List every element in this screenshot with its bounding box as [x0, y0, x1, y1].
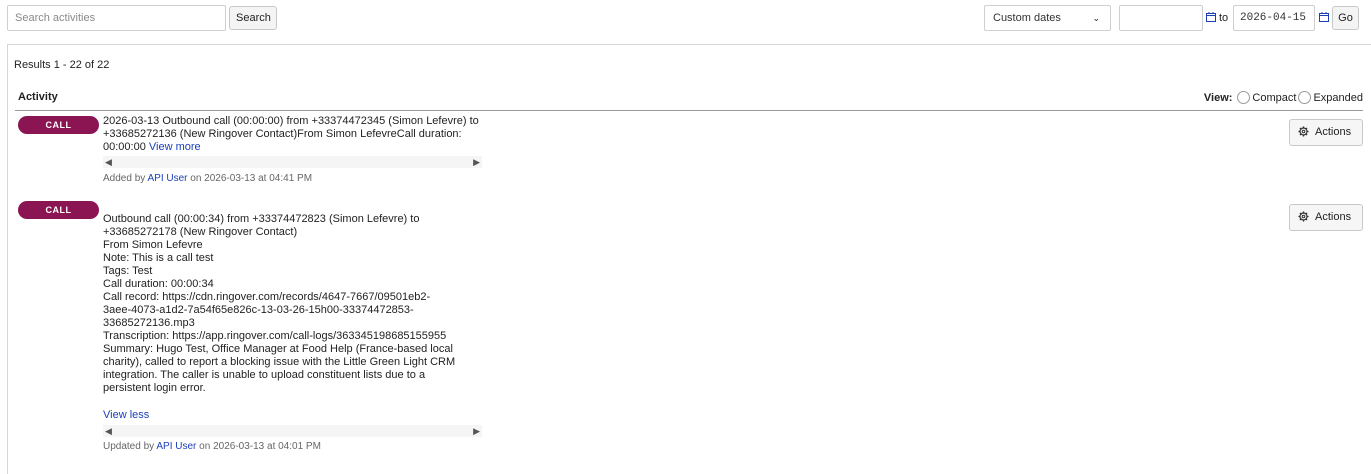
activity-text: 2026-03-13 Outbound call (00:00:00) from… [103, 115, 483, 154]
scroll-left-icon[interactable]: ◀ [105, 157, 112, 168]
actions-button[interactable]: Actions [1289, 204, 1363, 231]
view-label: View: [1203, 91, 1233, 104]
calendar-icon[interactable] [1206, 12, 1216, 22]
activity-meta: Updated by API User on 2026-03-13 at 04:… [103, 441, 321, 452]
gear-icon [1298, 126, 1309, 137]
meta-user-link[interactable]: API User [147, 173, 187, 184]
activity-type-badge: CALL [18, 116, 99, 134]
header-divider [15, 110, 1363, 111]
view-compact-label[interactable]: Compact [1252, 92, 1296, 104]
view-less-link[interactable]: View less [103, 409, 149, 421]
meta-user-link[interactable]: API User [156, 441, 196, 452]
activity-meta: Added by API User on 2026-03-13 at 04:41… [103, 173, 312, 184]
horizontal-scrollbar[interactable]: ◀ ▶ [103, 425, 482, 437]
date-from-input[interactable] [1119, 5, 1203, 31]
view-expanded-radio[interactable] [1298, 91, 1312, 104]
to-label: to [1219, 12, 1229, 24]
date-range-value: Custom dates [993, 12, 1061, 24]
calendar-icon[interactable] [1319, 12, 1329, 22]
actions-label: Actions [1315, 211, 1352, 223]
go-button[interactable]: Go [1332, 6, 1359, 30]
view-less-row: View less [103, 409, 483, 422]
activity-column-header: Activity [18, 91, 58, 103]
meta-prefix: Updated by [103, 441, 157, 452]
date-to-input[interactable]: 2026-04-15 [1233, 5, 1315, 31]
meta-suffix: on 2026-03-13 at 04:41 PM [187, 173, 313, 184]
view-expanded-label[interactable]: Expanded [1313, 92, 1363, 104]
search-input[interactable] [7, 5, 226, 31]
date-range-select[interactable]: Custom dates ⌄ [984, 5, 1111, 31]
scroll-right-icon[interactable]: ▶ [473, 157, 480, 168]
activity-type-badge: CALL [18, 201, 99, 219]
scroll-right-icon[interactable]: ▶ [473, 426, 480, 437]
view-more-link[interactable]: View more [149, 141, 201, 153]
horizontal-scrollbar[interactable]: ◀ ▶ [103, 156, 482, 168]
actions-label: Actions [1315, 126, 1352, 138]
results-summary: Results 1 - 22 of 22 [14, 59, 110, 71]
meta-suffix: on 2026-03-13 at 04:01 PM [196, 441, 321, 452]
activity-text: Outbound call (00:00:34) from +333744728… [103, 213, 483, 395]
chevron-down-icon: ⌄ [1092, 13, 1100, 23]
meta-prefix: Added by [103, 173, 148, 184]
toolbar: Search Custom dates ⌄ to 2026-04-15 Go [0, 0, 1371, 40]
view-options: View: Compact Expanded [1204, 91, 1363, 104]
view-compact-radio[interactable] [1237, 91, 1251, 104]
actions-button[interactable]: Actions [1289, 119, 1363, 146]
gear-icon [1298, 211, 1309, 222]
search-button[interactable]: Search [229, 6, 277, 30]
activity-body: Outbound call (00:00:34) from +333744728… [103, 213, 456, 394]
scroll-left-icon[interactable]: ◀ [105, 426, 112, 437]
